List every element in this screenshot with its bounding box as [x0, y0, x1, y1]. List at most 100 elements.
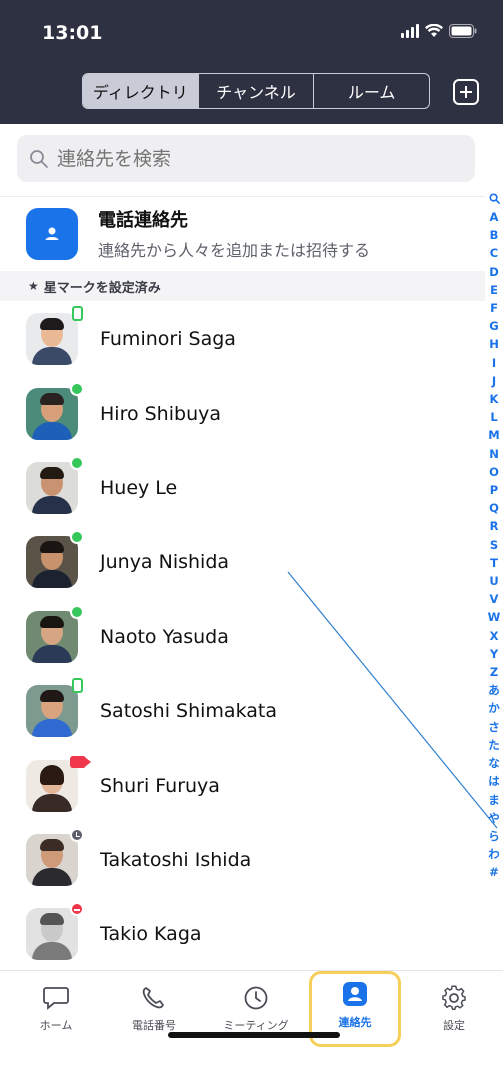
index-letter[interactable]: G — [489, 317, 498, 335]
search-icon — [30, 149, 48, 168]
tab-directory[interactable]: ディレクトリ — [83, 74, 198, 108]
contact-list: Fuminori Saga Hiro Shibuya Huey Le Junya… — [0, 302, 485, 972]
index-letter[interactable]: V — [490, 590, 499, 608]
tab-room[interactable]: ルーム — [313, 74, 429, 108]
index-letter[interactable]: X — [490, 627, 499, 645]
index-letter[interactable]: K — [490, 390, 499, 408]
contact-name: Naoto Yasuda — [100, 625, 229, 648]
index-letter[interactable]: W — [488, 608, 501, 626]
phone-contacts-row[interactable]: 電話連絡先 連絡先から人々を追加または招待する — [0, 196, 485, 270]
presence-mobile-icon — [72, 678, 83, 694]
index-letter[interactable]: F — [490, 299, 498, 317]
index-letter[interactable]: U — [489, 572, 498, 590]
index-letter[interactable]: Y — [490, 645, 498, 663]
index-letter[interactable]: C — [490, 244, 498, 262]
index-letter[interactable]: な — [488, 754, 500, 772]
signal-icon — [401, 24, 419, 38]
tab-meetings-label: ミーティング — [223, 1019, 289, 1032]
index-letter[interactable]: J — [492, 372, 496, 390]
gear-icon — [442, 985, 466, 1011]
index-letter[interactable]: は — [488, 772, 500, 790]
index-letter[interactable]: I — [492, 354, 496, 372]
add-contact-button[interactable] — [453, 79, 479, 105]
avatar — [26, 678, 83, 738]
index-letter[interactable]: た — [488, 736, 500, 754]
index-letter[interactable]: わ — [488, 845, 500, 863]
search-input[interactable] — [57, 147, 437, 170]
alphabet-letters: A B C D E F G H I J K L M N O P Q R S T U V W X Y Z あかさたなはまやらわ # — [488, 208, 501, 882]
tab-phone-label: 電話番号 — [132, 1019, 176, 1032]
index-letter[interactable]: S — [490, 536, 498, 554]
phone-contacts-icon — [26, 207, 78, 260]
presence-in-meeting-icon — [70, 755, 91, 768]
index-letter[interactable]: T — [490, 554, 498, 572]
contact-row[interactable]: Naoto Yasuda — [0, 600, 485, 674]
presence-available-icon — [70, 455, 84, 470]
tab-home-label: ホーム — [39, 1019, 73, 1032]
clock-icon — [244, 986, 268, 1010]
index-letter[interactable]: P — [490, 481, 498, 499]
phone-contacts-texts: 電話連絡先 連絡先から人々を追加または招待する — [98, 206, 370, 261]
tab-channel[interactable]: チャンネル — [197, 74, 314, 108]
tab-phone[interactable]: 電話番号 — [108, 979, 200, 1053]
index-letter[interactable]: Q — [489, 499, 499, 517]
index-letter[interactable]: B — [490, 226, 499, 244]
index-letter[interactable]: # — [489, 863, 499, 881]
wifi-icon — [425, 24, 443, 38]
phone-contacts-title: 電話連絡先 — [98, 210, 188, 231]
starred-section-label: 星マークを設定済み — [43, 280, 161, 296]
avatar — [26, 306, 83, 366]
contact-name: Satoshi Shimakata — [100, 700, 277, 723]
avatar — [26, 455, 84, 514]
search-bar[interactable] — [17, 135, 475, 182]
index-letter[interactable]: あ — [488, 681, 500, 699]
contact-row[interactable]: Shuri Furuya — [0, 748, 485, 822]
home-indicator — [168, 1032, 340, 1038]
star-icon: ★ — [28, 279, 39, 293]
contact-row[interactable]: Hiro Shibuya — [0, 376, 485, 450]
contact-name: Takatoshi Ishida — [100, 848, 252, 871]
starred-section-header: ★ 星マークを設定済み — [0, 271, 485, 301]
avatar — [26, 755, 91, 812]
index-letter[interactable]: L — [490, 408, 497, 426]
index-letter[interactable]: O — [489, 463, 499, 481]
index-letter[interactable]: M — [488, 426, 499, 444]
directory-segmented-control: ディレクトリ チャンネル ルーム — [82, 73, 430, 109]
tab-settings[interactable]: 設定 — [408, 979, 500, 1053]
index-letter[interactable]: A — [490, 208, 499, 226]
index-letter[interactable]: Z — [490, 663, 498, 681]
avatar — [26, 902, 84, 961]
tab-meetings[interactable]: ミーティング — [210, 979, 302, 1053]
phone-contacts-subtitle: 連絡先から人々を追加または招待する — [98, 241, 371, 260]
contacts-icon — [343, 982, 367, 1006]
tab-contacts-label: 連絡先 — [338, 1016, 372, 1029]
index-letter[interactable]: や — [488, 809, 500, 827]
contact-name: Huey Le — [100, 476, 178, 499]
avatar — [26, 381, 84, 440]
avatar — [26, 827, 84, 886]
contact-name: Hiro Shibuya — [100, 402, 221, 425]
tab-settings-label: 設定 — [443, 1019, 465, 1032]
index-letter[interactable]: D — [489, 263, 499, 281]
index-letter[interactable]: ま — [488, 791, 500, 809]
contact-row[interactable]: Takio Kaga — [0, 897, 485, 971]
tab-home[interactable]: ホーム — [10, 979, 102, 1053]
avatar — [26, 604, 84, 663]
index-search-icon[interactable] — [488, 193, 500, 204]
battery-icon — [449, 24, 477, 38]
index-letter[interactable]: E — [490, 281, 498, 299]
presence-available-icon — [70, 381, 84, 396]
contact-row[interactable]: Junya Nishida — [0, 525, 485, 599]
index-letter[interactable]: さ — [488, 718, 500, 736]
index-letter[interactable]: H — [489, 335, 499, 353]
alphabet-index[interactable]: A B C D E F G H I J K L M N O P Q R S T U V W X Y Z あかさたなはまやらわ # — [486, 193, 502, 882]
contact-row[interactable]: Huey Le — [0, 451, 485, 525]
contact-row[interactable]: Fuminori Saga — [0, 302, 485, 376]
contact-row[interactable]: Takatoshi Ishida — [0, 823, 485, 897]
phone-icon — [142, 987, 164, 1009]
index-letter[interactable]: N — [489, 445, 499, 463]
contact-row[interactable]: Satoshi Shimakata — [0, 674, 485, 748]
index-letter[interactable]: ら — [488, 827, 500, 845]
index-letter[interactable]: か — [488, 699, 500, 717]
index-letter[interactable]: R — [490, 517, 499, 535]
